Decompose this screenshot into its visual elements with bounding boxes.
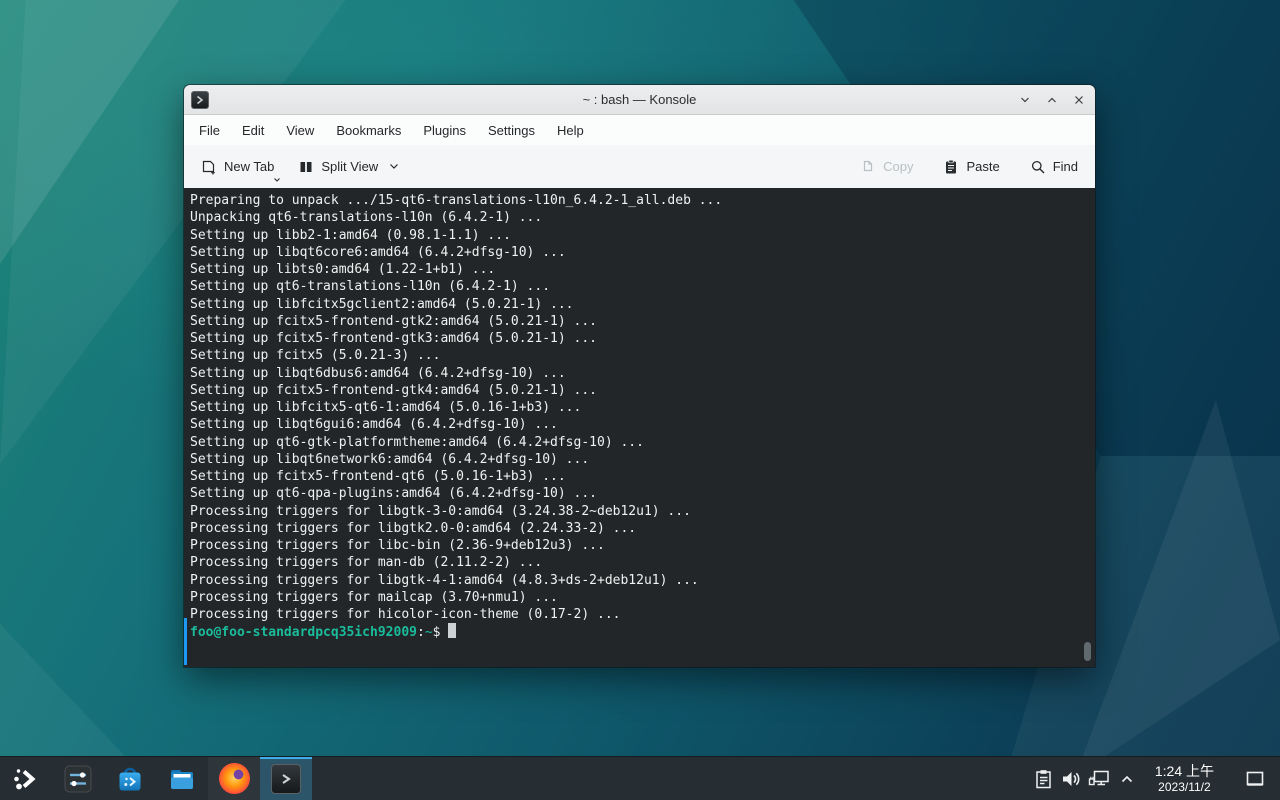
show-desktop-icon: [1244, 768, 1266, 790]
clipboard-icon: [1032, 768, 1054, 790]
taskbar-panel: 1:24 上午 2023/11/2: [0, 756, 1280, 800]
terminal-output-line: Setting up qt6-translations-l10n (6.4.2-…: [190, 278, 1087, 295]
terminal-output-line: Setting up fcitx5-frontend-gtk2:amd64 (5…: [190, 313, 1087, 330]
window-titlebar[interactable]: ~ : bash — Konsole: [184, 85, 1095, 115]
terminal-output-line: Setting up libqt6network6:amd64 (6.4.2+d…: [190, 451, 1087, 468]
system-settings-button[interactable]: [52, 757, 104, 800]
terminal-output-line: Setting up fcitx5-frontend-gtk4:amd64 (5…: [190, 382, 1087, 399]
paste-button[interactable]: Paste: [935, 152, 1007, 182]
terminal-output-line: Setting up qt6-qpa-plugins:amd64 (6.4.2+…: [190, 485, 1087, 502]
volume-icon: [1059, 767, 1083, 791]
dolphin-icon: [167, 764, 197, 794]
system-settings-icon: [63, 764, 93, 794]
app-launcher-button[interactable]: [0, 757, 52, 800]
show-desktop-button[interactable]: [1238, 762, 1272, 796]
network-tray-button[interactable]: [1085, 762, 1113, 796]
konsole-window: ~ : bash — Konsole FileEditViewBookmarks…: [184, 85, 1095, 667]
menu-bar: FileEditViewBookmarksPluginsSettingsHelp: [184, 115, 1095, 145]
discover-button[interactable]: [104, 757, 156, 800]
split-view-menu-arrow-icon: [389, 163, 399, 170]
terminal-output-line: Preparing to unpack .../15-qt6-translati…: [190, 192, 1087, 209]
prompt-cwd: ~: [425, 625, 433, 640]
terminal-cursor: [448, 623, 456, 638]
terminal-output-line: Setting up libts0:amd64 (1.22-1+b1) ...: [190, 261, 1087, 278]
find-button[interactable]: Find: [1022, 152, 1086, 182]
terminal-output-line: Setting up qt6-gtk-platformtheme:amd64 (…: [190, 434, 1087, 451]
discover-icon: [115, 764, 145, 794]
copy-label: Copy: [883, 159, 913, 174]
prompt-symbol: $: [433, 625, 441, 640]
terminal-view[interactable]: Preparing to unpack .../15-qt6-translati…: [184, 188, 1095, 667]
terminal-output-line: Setting up fcitx5 (5.0.21-3) ...: [190, 347, 1087, 364]
terminal-output-line: Setting up fcitx5-frontend-gtk3:amd64 (5…: [190, 330, 1087, 347]
shell-prompt: foo@foo-standardpcq35ich92009:~$: [190, 623, 1087, 641]
taskbar-task-konsole[interactable]: [260, 757, 312, 800]
new-output-indicator: [184, 618, 187, 665]
terminal-output: Preparing to unpack .../15-qt6-translati…: [190, 192, 1087, 623]
menu-item[interactable]: View: [275, 117, 325, 144]
app-launcher-icon: [11, 764, 41, 794]
clock-time: 1:24 上午: [1155, 763, 1214, 780]
window-title: ~ : bash — Konsole: [184, 92, 1095, 107]
terminal-output-line: Processing triggers for libgtk-4-1:amd64…: [190, 572, 1087, 589]
terminal-output-line: Processing triggers for libgtk-3-0:amd64…: [190, 503, 1087, 520]
network-icon: [1086, 766, 1112, 792]
clock-date: 2023/11/2: [1155, 780, 1214, 794]
menu-item[interactable]: File: [188, 117, 231, 144]
menu-item[interactable]: Plugins: [412, 117, 477, 144]
konsole-icon: [191, 91, 209, 109]
menu-item[interactable]: Bookmarks: [325, 117, 412, 144]
find-label: Find: [1053, 159, 1078, 174]
terminal-output-line: Unpacking qt6-translations-l10n (6.4.2-1…: [190, 209, 1087, 226]
konsole-icon: [271, 764, 301, 794]
prompt-separator: :: [417, 625, 425, 640]
paste-label: Paste: [966, 159, 999, 174]
close-button[interactable]: [1070, 91, 1088, 109]
new-tab-label: New Tab: [224, 159, 274, 174]
terminal-output-line: Setting up libqt6dbus6:amd64 (6.4.2+dfsg…: [190, 365, 1087, 382]
copy-icon: [860, 159, 876, 175]
terminal-output-line: Setting up libb2-1:amd64 (0.98.1-1.1) ..…: [190, 227, 1087, 244]
split-view-button[interactable]: Split View: [290, 152, 407, 182]
volume-tray-button[interactable]: [1057, 762, 1085, 796]
terminal-output-line: Processing triggers for libgtk2.0-0:amd6…: [190, 520, 1087, 537]
toolbar: New Tab Split View Copy: [184, 145, 1095, 188]
system-tray: 1:24 上午 2023/11/2: [1029, 757, 1280, 800]
terminal-output-line: Processing triggers for libc-bin (2.36-9…: [190, 537, 1087, 554]
terminal-output-line: Setting up libfcitx5gclient2:amd64 (5.0.…: [190, 296, 1087, 313]
clipboard-tray-button[interactable]: [1029, 762, 1057, 796]
copy-button[interactable]: Copy: [852, 152, 921, 182]
maximize-button[interactable]: [1043, 91, 1061, 109]
menu-item[interactable]: Help: [546, 117, 595, 144]
digital-clock[interactable]: 1:24 上午 2023/11/2: [1145, 763, 1224, 794]
terminal-output-line: Setting up libfcitx5-qt6-1:amd64 (5.0.16…: [190, 399, 1087, 416]
new-tab-button[interactable]: New Tab: [193, 152, 282, 182]
terminal-output-line: Processing triggers for mailcap (3.70+nm…: [190, 589, 1087, 606]
split-view-icon: [298, 159, 314, 175]
taskbar-task-firefox[interactable]: [208, 757, 260, 800]
menu-item[interactable]: Settings: [477, 117, 546, 144]
menu-item[interactable]: Edit: [231, 117, 275, 144]
terminal-output-line: Setting up libqt6core6:amd64 (6.4.2+dfsg…: [190, 244, 1087, 261]
terminal-scrollbar[interactable]: [1084, 642, 1091, 661]
firefox-icon: [219, 763, 250, 794]
terminal-output-line: Setting up libqt6gui6:amd64 (6.4.2+dfsg-…: [190, 416, 1087, 433]
expand-tray-arrow-icon: [1118, 770, 1136, 788]
new-tab-icon: [201, 159, 217, 175]
terminal-output-line: Processing triggers for man-db (2.11.2-2…: [190, 554, 1087, 571]
split-view-label: Split View: [321, 159, 378, 174]
expand-tray-button[interactable]: [1113, 762, 1141, 796]
prompt-user-host: foo@foo-standardpcq35ich92009: [190, 625, 417, 640]
dolphin-button[interactable]: [156, 757, 208, 800]
terminal-output-line: Setting up fcitx5-frontend-qt6 (5.0.16-1…: [190, 468, 1087, 485]
paste-icon: [943, 159, 959, 175]
new-tab-menu-arrow-icon: [273, 177, 281, 183]
terminal-output-line: Processing triggers for hicolor-icon-the…: [190, 606, 1087, 623]
minimize-button[interactable]: [1016, 91, 1034, 109]
find-icon: [1030, 159, 1046, 175]
